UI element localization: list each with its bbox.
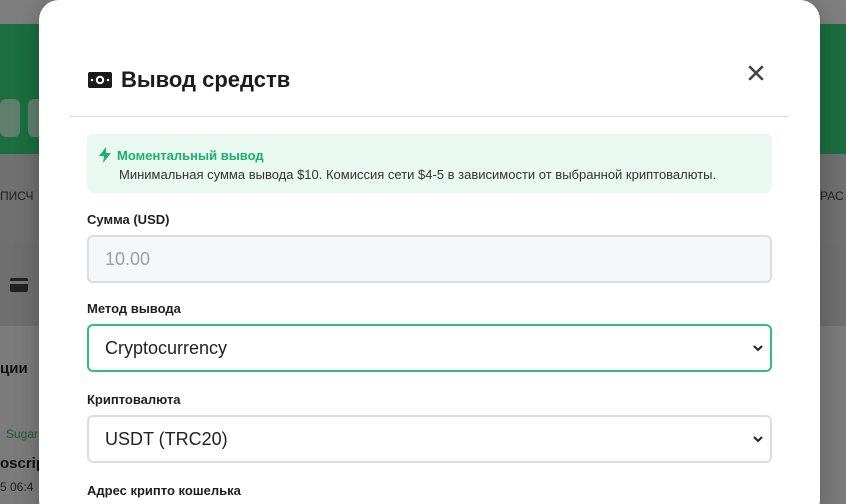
wallet-label: Адрес крипто кошелька xyxy=(87,483,241,498)
bg-nav-item: ПИСЧ xyxy=(0,189,34,203)
close-icon[interactable] xyxy=(747,64,765,82)
info-text: Минимальная сумма вывода $10. Комиссия с… xyxy=(119,167,717,182)
method-select-value: Cryptocurrency xyxy=(105,337,228,358)
bg-list-link: Sugar xyxy=(6,427,39,441)
bg-card xyxy=(0,99,20,137)
amount-input[interactable] xyxy=(87,235,772,283)
money-bill-icon xyxy=(88,72,112,88)
bg-nav-item: РАС xyxy=(820,189,844,203)
method-select[interactable]: Cryptocurrency xyxy=(87,324,772,372)
info-title-group: Моментальный вывод xyxy=(99,147,264,163)
bolt-icon xyxy=(99,147,111,163)
amount-label: Сумма (USD) xyxy=(87,212,170,227)
chevron-down-icon xyxy=(753,345,763,352)
bg-section-heading: ции xyxy=(0,360,28,377)
crypto-select[interactable]: USDT (TRC20) xyxy=(87,415,772,463)
crypto-select-value: USDT (TRC20) xyxy=(105,428,228,449)
info-title: Моментальный вывод xyxy=(117,147,264,163)
modal-title: Вывод средств xyxy=(121,67,291,92)
crypto-label: Криптовалюта xyxy=(87,392,181,407)
withdraw-modal: Вывод средств Моментальный вывод Минимал… xyxy=(39,0,820,504)
credit-card-icon xyxy=(10,278,28,292)
method-label: Метод вывода xyxy=(87,301,181,316)
modal-title-group: Вывод средств xyxy=(87,67,290,93)
modal-header: Вывод средств xyxy=(70,0,789,117)
info-alert: Моментальный вывод Минимальная сумма выв… xyxy=(87,134,772,193)
bg-list-time: 5 06:4 xyxy=(0,480,34,494)
chevron-down-icon xyxy=(753,436,763,443)
